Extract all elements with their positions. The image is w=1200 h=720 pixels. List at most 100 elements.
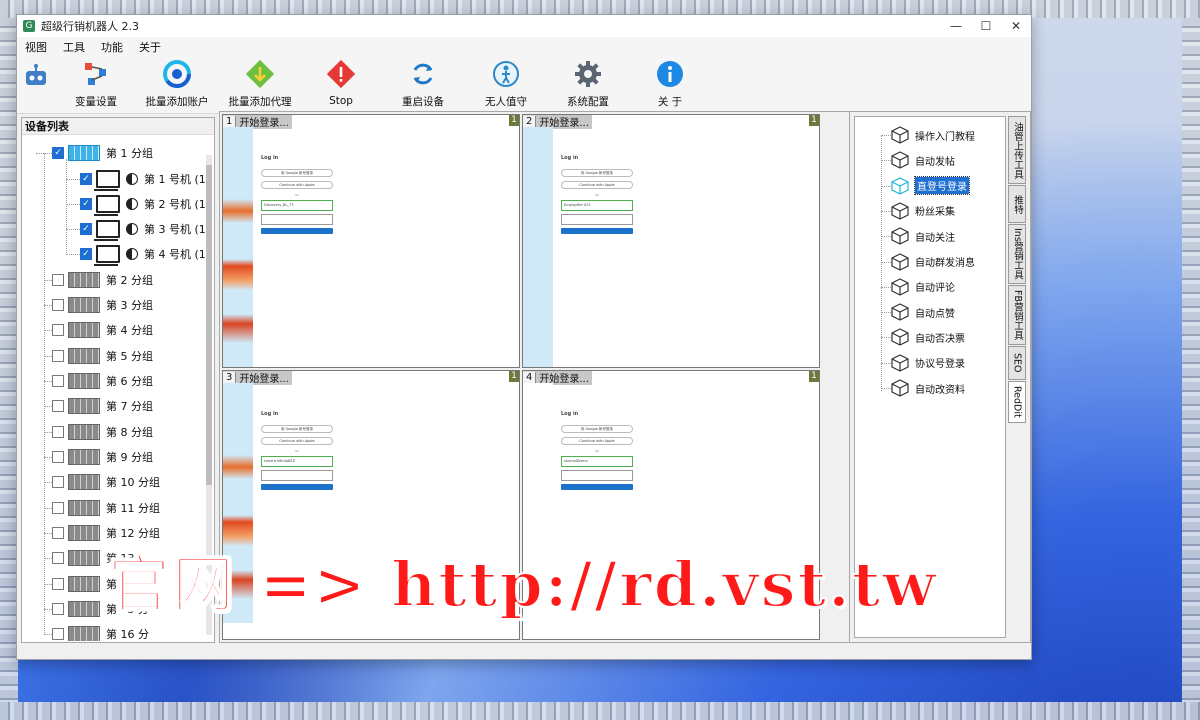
group-node-10[interactable]: 第 10 分组 [36,472,160,492]
function-item[interactable]: 自动改资料 [881,378,965,398]
group-checkbox[interactable]: ✓ [52,147,64,159]
group-node-5[interactable]: 第 5 分组 [36,346,153,366]
tab-instagram-tools[interactable]: Ins营销工具 [1008,224,1026,284]
group-checkbox[interactable] [52,628,64,640]
variable-settings-button[interactable]: 变量设置 [61,59,131,109]
group-checkbox[interactable] [52,274,64,286]
username-field[interactable]: shuhadDreria [561,456,633,467]
tree-branch [881,312,891,314]
username-field[interactable]: Lenora.k6h4a8ZZ [261,456,333,467]
login-submit-button[interactable] [561,228,633,234]
group-node-4[interactable]: 第 4 分组 [36,320,153,340]
device-checkbox[interactable]: ✓ [80,248,92,260]
function-item[interactable]: 协议号登录 [881,353,965,373]
cube-icon [891,126,909,144]
menu-about[interactable]: 关于 [139,39,161,55]
login-heading: Log in [561,155,579,161]
system-config-button[interactable]: 系统配置 [553,59,623,109]
group-node-1[interactable]: ✓ 第 1 分组 [36,143,153,163]
login-submit-button[interactable] [261,228,333,234]
function-item[interactable]: 直登号登录 [881,176,970,196]
group-node-9[interactable]: 第 9 分组 [36,447,153,467]
device-node-4[interactable]: ✓ 第 4 号机 (1) [66,244,210,266]
device-screen-2[interactable]: 2 开始登录... 1 Log in 用 Google 帐号登录 Continue… [522,114,820,368]
function-item[interactable]: 自动评论 [881,277,955,297]
group-node-11[interactable]: 第 11 分组 [36,498,160,518]
group-node-16[interactable]: 第 16 分 [36,624,149,641]
add-proxies-button[interactable]: 批量添加代理 [225,59,295,109]
login-form: Log in 用 Google 帐号登录 Continue with Apple… [261,411,333,493]
device-checkbox[interactable]: ✓ [80,223,92,235]
username-field[interactable]: EmployRef 023 [561,200,633,211]
function-item[interactable]: 操作入门教程 [881,125,975,145]
tab-seo[interactable]: SEO [1008,346,1026,380]
computer-icon [94,220,120,241]
group-checkbox[interactable] [52,552,64,564]
scrollbar-thumb[interactable] [206,165,212,485]
apple-login-button[interactable]: Continue with Apple [261,181,333,189]
password-field[interactable] [261,214,333,225]
group-checkbox[interactable] [52,375,64,387]
device-checkbox[interactable]: ✓ [80,173,92,185]
apple-login-button[interactable]: Continue with Apple [561,181,633,189]
group-checkbox[interactable] [52,527,64,539]
function-item[interactable]: 自动发帖 [881,150,955,170]
apple-login-button[interactable]: Continue with Apple [261,437,333,445]
function-item[interactable]: 粉丝采集 [881,201,955,221]
tab-facebook-tools[interactable]: FB营销工具 [1008,285,1026,345]
group-checkbox[interactable] [52,451,64,463]
group-node-3[interactable]: 第 3 分组 [36,295,153,315]
apple-login-button[interactable]: Continue with Apple [561,437,633,445]
restart-device-button[interactable]: 重启设备 [388,59,458,109]
close-button[interactable]: ✕ [1001,15,1031,37]
google-login-button[interactable]: 用 Google 帐号登录 [261,425,333,433]
group-checkbox[interactable] [52,578,64,590]
tab-twitter[interactable]: 推特 [1008,185,1026,223]
device-screen-1[interactable]: 1 开始登录... 1 Log in 用 Google 帐号登录 Continue… [222,114,520,368]
group-checkbox[interactable] [52,350,64,362]
menu-tools[interactable]: 工具 [63,39,85,55]
device-node-3[interactable]: ✓ 第 3 号机 (1) [66,219,210,241]
username-field[interactable]: Discovery_BL_73 [261,200,333,211]
password-field[interactable] [261,470,333,481]
tab-youtube-tools[interactable]: 油管上传工具 [1008,116,1026,184]
login-submit-button[interactable] [261,484,333,490]
group-node-6[interactable]: 第 6 分组 [36,371,153,391]
device-checkbox[interactable]: ✓ [80,198,92,210]
tab-reddit[interactable]: RedDit [1008,381,1026,423]
group-node-7[interactable]: 第 7 分组 [36,396,153,416]
device-node-1[interactable]: ✓ 第 1 号机 (1) [66,169,210,191]
group-checkbox[interactable] [52,299,64,311]
title-bar[interactable]: G 超级行销机器人 2.3 — ☐ ✕ [17,15,1031,37]
unattended-button[interactable]: 无人值守 [471,59,541,109]
login-submit-button[interactable] [561,484,633,490]
google-login-button[interactable]: 用 Google 帐号登录 [561,425,633,433]
device-node-2[interactable]: ✓ 第 2 号机 (1) [66,194,210,216]
function-item-label: 自动评论 [915,283,955,295]
google-login-button[interactable]: 用 Google 帐号登录 [261,169,333,177]
group-checkbox[interactable] [52,324,64,336]
minimize-button[interactable]: — [941,15,971,37]
group-node-8[interactable]: 第 8 分组 [36,422,153,442]
group-checkbox[interactable] [52,603,64,615]
function-item[interactable]: 自动否决票 [881,327,965,347]
menu-view[interactable]: 视图 [25,39,47,55]
group-node-2[interactable]: 第 2 分组 [36,270,153,290]
stop-button[interactable]: Stop [306,59,376,109]
function-item[interactable]: 自动关注 [881,226,955,246]
group-checkbox[interactable] [52,400,64,412]
add-accounts-button[interactable]: 批量添加账户 [142,59,212,109]
group-checkbox[interactable] [52,502,64,514]
password-field[interactable] [561,214,633,225]
maximize-button[interactable]: ☐ [971,15,1001,37]
group-checkbox[interactable] [52,476,64,488]
group-label: 第 10 分组 [106,476,160,489]
group-checkbox[interactable] [52,426,64,438]
function-item[interactable]: 自动群发消息 [881,252,975,272]
group-label: 第 1 分组 [106,147,153,160]
menu-functions[interactable]: 功能 [101,39,123,55]
function-item[interactable]: 自动点赞 [881,302,955,322]
password-field[interactable] [561,470,633,481]
google-login-button[interactable]: 用 Google 帐号登录 [561,169,633,177]
about-button[interactable]: 关 于 [635,59,705,109]
